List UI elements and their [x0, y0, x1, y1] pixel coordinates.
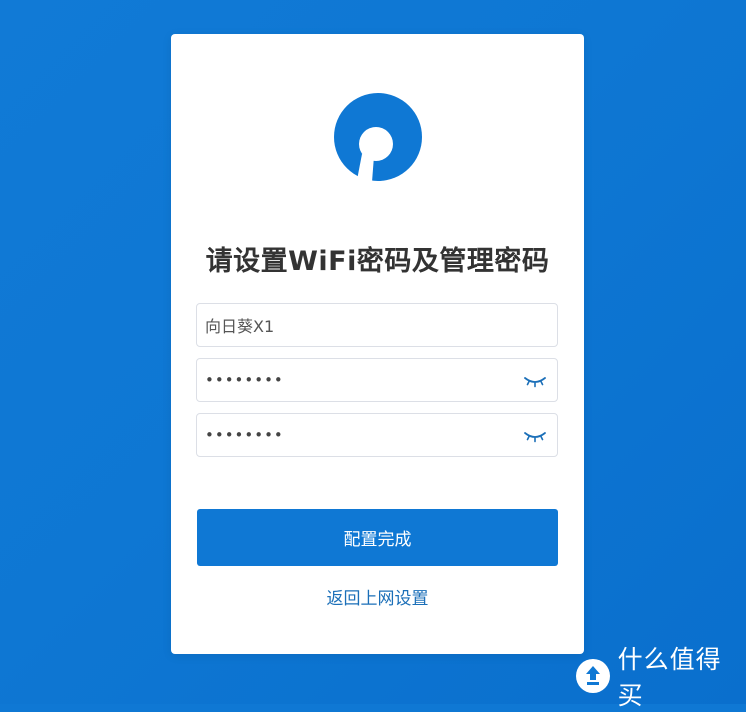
smzdm-badge-icon: [585, 666, 600, 685]
setup-card: 请设置WiFi密码及管理密码 配置完成 返回上网设置: [171, 34, 584, 654]
eye-closed-icon[interactable]: [523, 371, 547, 391]
ssid-input[interactable]: [197, 304, 557, 346]
page-title: 请设置WiFi密码及管理密码: [205, 246, 550, 277]
watermark-logo-icon: [576, 659, 610, 693]
admin-password-field[interactable]: [196, 413, 558, 457]
ssid-field[interactable]: [196, 303, 558, 347]
eye-closed-icon[interactable]: [523, 426, 547, 446]
watermark-text: 什么值得买: [617, 645, 722, 710]
back-to-network-settings-link[interactable]: 返回上网设置: [171, 584, 584, 609]
admin-password-input[interactable]: [197, 414, 557, 456]
wifi-password-field[interactable]: [196, 358, 558, 402]
watermark: 什么值得买: [576, 645, 746, 710]
wifi-password-input[interactable]: [197, 359, 557, 401]
finish-config-button[interactable]: 配置完成: [197, 509, 558, 566]
sunflower-logo-icon: [334, 93, 422, 182]
